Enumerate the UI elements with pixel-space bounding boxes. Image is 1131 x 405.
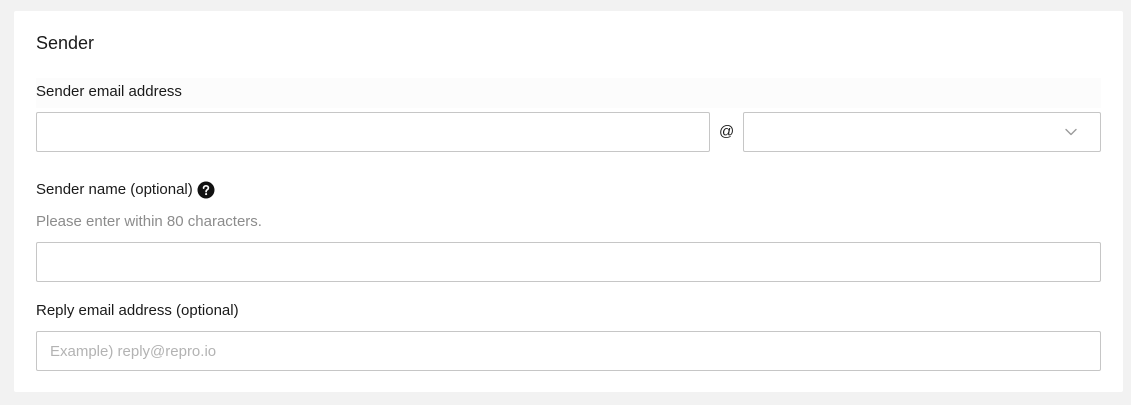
sender-name-hint: Please enter within 80 characters. [36, 213, 262, 230]
sender-settings-card: Sender Sender email address @ Sender nam… [14, 11, 1123, 392]
reply-email-input[interactable] [36, 331, 1101, 371]
question-circle-icon[interactable] [197, 181, 215, 199]
sender-email-label-row [36, 78, 1101, 108]
reply-email-label: Reply email address (optional) [36, 302, 239, 319]
section-title: Sender [36, 33, 95, 53]
sender-name-input[interactable] [36, 242, 1101, 282]
sender-email-local-input[interactable] [36, 112, 710, 152]
at-symbol: @ [719, 123, 735, 140]
sender-email-label: Sender email address [36, 83, 182, 100]
sender-name-label-row: Sender name (optional) [36, 181, 215, 199]
chevron-down-icon [1065, 128, 1077, 136]
sender-email-domain-select[interactable] [743, 112, 1101, 152]
sender-name-label: Sender name (optional) [36, 181, 193, 198]
